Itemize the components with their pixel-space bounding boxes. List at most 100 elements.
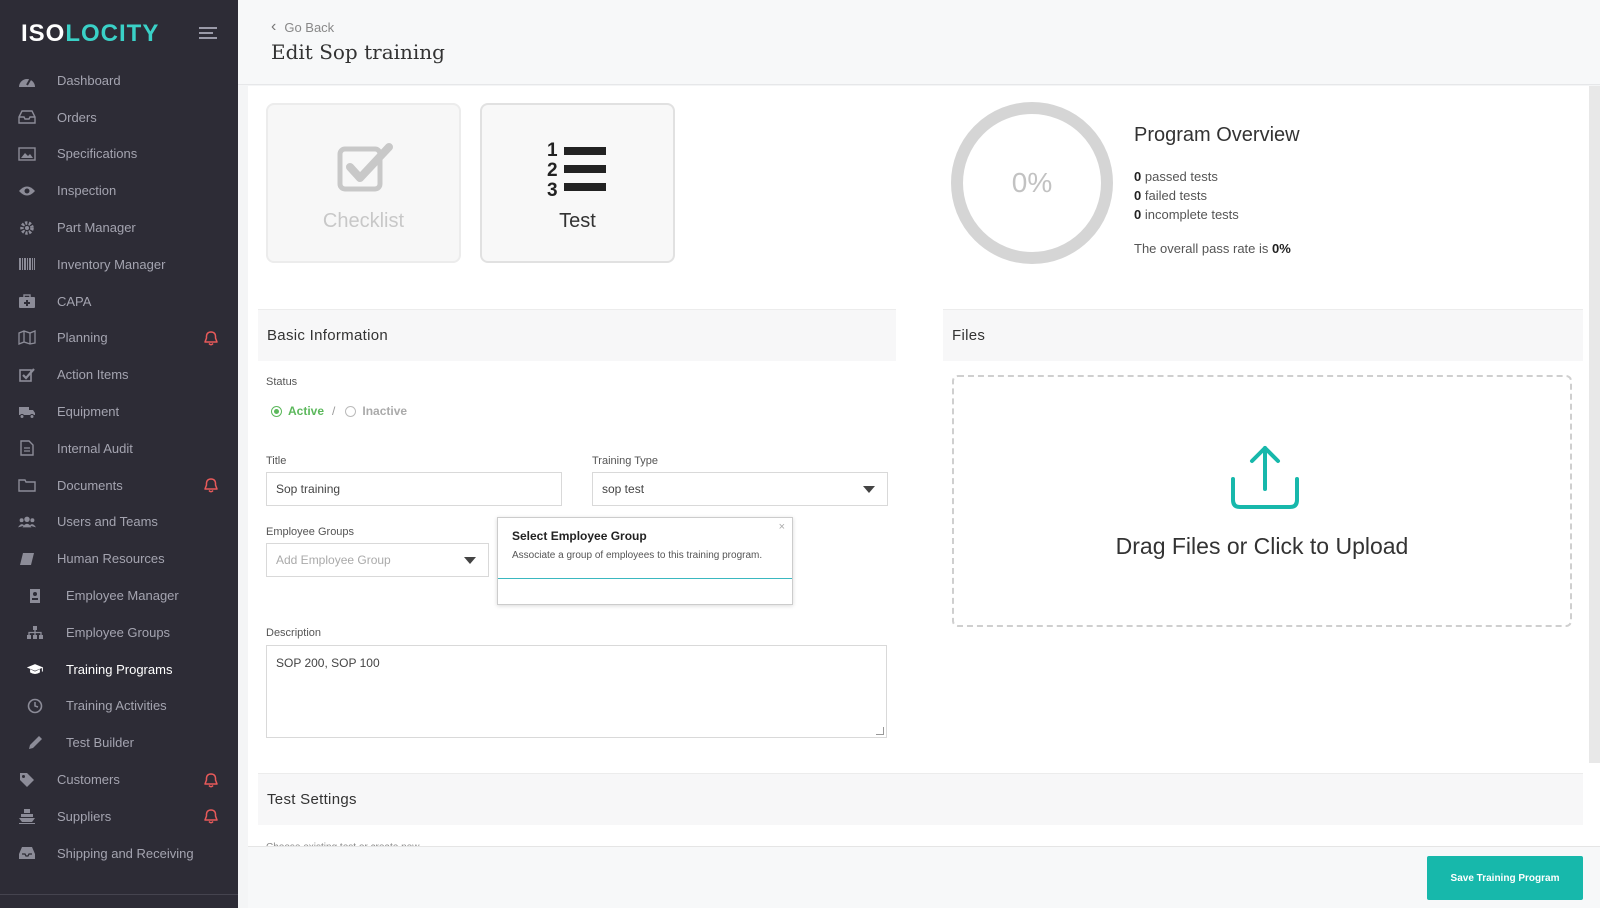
- sidebar-item-equipment[interactable]: Equipment: [0, 393, 238, 430]
- select-employee-group-popover: Select Employee Group Associate a group …: [497, 517, 793, 605]
- sidebar-item-orders[interactable]: Orders: [0, 99, 238, 136]
- dropzone-text: Drag Files or Click to Upload: [1115, 533, 1409, 559]
- graduation-cap-icon: [26, 661, 44, 677]
- popover-description: Associate a group of employees to this t…: [512, 550, 763, 561]
- status-radio-group: Active / Inactive: [271, 404, 407, 418]
- tag-icon: [18, 772, 36, 788]
- checkbox-icon: [337, 143, 393, 192]
- sidebar-item-inspection[interactable]: Inspection: [0, 172, 238, 209]
- pencil-icon: [26, 735, 44, 751]
- scrollbar[interactable]: [1589, 86, 1600, 763]
- sidebar-item-label: Action Items: [57, 367, 129, 383]
- sidebar-item-capa[interactable]: CAPA: [0, 283, 238, 320]
- failed-tests-line: 0 failed tests: [1134, 188, 1208, 203]
- sidebar-item-training-programs[interactable]: Training Programs: [0, 651, 238, 688]
- files-header: Files: [943, 309, 1583, 361]
- sidebar: ISOLOCITY Dashboard Orders Specifications I…: [0, 0, 238, 908]
- page-title: Edit Sop training: [271, 40, 445, 64]
- title-input[interactable]: Sop training: [266, 472, 562, 506]
- status-inactive-label[interactable]: Inactive: [362, 404, 407, 418]
- sidebar-item-suppliers[interactable]: Suppliers: [0, 798, 238, 835]
- sidebar-item-label: Shipping and Receiving: [57, 845, 194, 861]
- sidebar-item-label: Human Resources: [57, 551, 165, 567]
- sidebar-item-label: Suppliers: [57, 808, 112, 824]
- title-label: Title: [266, 455, 287, 467]
- sidebar-item-label: Internal Audit: [57, 440, 133, 456]
- bell-icon[interactable]: [204, 478, 218, 493]
- sidebar-item-planning[interactable]: Planning: [0, 320, 238, 357]
- sidebar-item-label: Users and Teams: [57, 514, 158, 530]
- id-badge-icon: [26, 588, 44, 604]
- sidebar-item-label: Test Builder: [66, 735, 134, 751]
- sidebar-item-training-activities[interactable]: Training Activities: [0, 688, 238, 725]
- sidebar-item-label: Training Activities: [66, 698, 167, 714]
- go-back-label: Go Back: [284, 19, 335, 35]
- menu-toggle-icon[interactable]: [199, 27, 217, 41]
- logo[interactable]: ISOLOCITY: [21, 20, 159, 48]
- popover-divider: [498, 578, 792, 579]
- svg-text:1: 1: [547, 140, 558, 161]
- sidebar-item-inventory-manager[interactable]: Inventory Manager: [0, 246, 238, 283]
- description-label: Description: [266, 627, 322, 639]
- barcode-icon: [18, 256, 36, 272]
- sidebar-item-internal-audit[interactable]: Internal Audit: [0, 430, 238, 467]
- status-separator: /: [332, 404, 336, 418]
- sidebar-item-label: Training Programs: [66, 661, 173, 677]
- test-settings-header: Test Settings: [258, 773, 1583, 825]
- training-type-value: sop test: [602, 482, 645, 496]
- sidebar-item-label: Planning: [57, 330, 108, 346]
- eye-icon: [18, 183, 36, 199]
- numbered-list-icon: 1 2 3: [547, 140, 606, 197]
- employee-groups-select[interactable]: Add Employee Group: [266, 543, 489, 577]
- checkbox-icon: [18, 367, 36, 383]
- sidebar-item-employee-manager[interactable]: Employee Manager: [0, 577, 238, 614]
- pass-rate-percent: 0%: [1011, 167, 1053, 198]
- go-back-link[interactable]: ‹ Go Back: [271, 18, 334, 36]
- popover-title: Select Employee Group: [512, 529, 647, 543]
- sidebar-item-users-and-teams[interactable]: Users and Teams: [0, 504, 238, 541]
- sidebar-item-label: Employee Groups: [66, 624, 171, 640]
- sidebar-item-dashboard[interactable]: Dashboard: [0, 62, 238, 99]
- checklist-tile[interactable]: Checklist: [266, 103, 461, 263]
- sidebar-item-employee-groups[interactable]: Employee Groups: [0, 614, 238, 651]
- sidebar-item-specifications[interactable]: Specifications: [0, 136, 238, 173]
- upload-icon: [1231, 446, 1299, 509]
- image-icon: [18, 146, 36, 162]
- sidebar-item-part-manager[interactable]: Part Manager: [0, 209, 238, 246]
- test-label: Test: [559, 210, 596, 232]
- program-overview-title: Program Overview: [1134, 124, 1300, 146]
- description-value: SOP 200, SOP 100: [276, 656, 380, 670]
- clock-icon: [26, 698, 44, 714]
- logo-rest: LOCITY: [65, 20, 160, 47]
- sidebar-item-test-builder[interactable]: Test Builder: [0, 724, 238, 761]
- status-inactive-radio[interactable]: [345, 405, 357, 417]
- resize-handle-icon[interactable]: [876, 727, 884, 735]
- sidebar-item-customers[interactable]: Customers: [0, 761, 238, 798]
- sidebar-item-label: Customers: [57, 772, 120, 788]
- test-tile[interactable]: 1 2 3 Test: [480, 103, 675, 263]
- file-dropzone[interactable]: Drag Files or Click to Upload: [952, 375, 1572, 627]
- training-type-select[interactable]: sop test: [592, 472, 888, 506]
- bell-icon[interactable]: [204, 331, 218, 346]
- sidebar-item-label: Part Manager: [57, 220, 136, 236]
- bell-icon[interactable]: [204, 772, 218, 788]
- close-icon[interactable]: ×: [779, 521, 785, 533]
- sidebar-item-label: Dashboard: [57, 72, 121, 88]
- status-active-radio[interactable]: [271, 405, 282, 417]
- caret-down-icon: [464, 557, 476, 564]
- save-training-program-button[interactable]: Save Training Program: [1427, 856, 1583, 900]
- bell-icon[interactable]: [204, 809, 218, 824]
- page-footer: [248, 846, 1600, 908]
- medkit-icon: [18, 293, 36, 309]
- sidebar-item-human-resources[interactable]: Human Resources: [0, 540, 238, 577]
- sidebar-item-documents[interactable]: Documents: [0, 467, 238, 504]
- chevron-left-icon: ‹: [271, 18, 277, 35]
- sidebar-item-shipping-and-receiving[interactable]: Shipping and Receiving: [0, 835, 238, 872]
- logo-prefix: ISO: [21, 20, 66, 47]
- users-icon: [18, 514, 36, 530]
- status-active-label[interactable]: Active: [288, 404, 324, 418]
- description-textarea[interactable]: SOP 200, SOP 100: [266, 645, 887, 738]
- sidebar-item-action-items[interactable]: Action Items: [0, 356, 238, 393]
- tray-icon: [18, 845, 36, 861]
- incomplete-tests-line: 0 incomplete tests: [1134, 207, 1239, 222]
